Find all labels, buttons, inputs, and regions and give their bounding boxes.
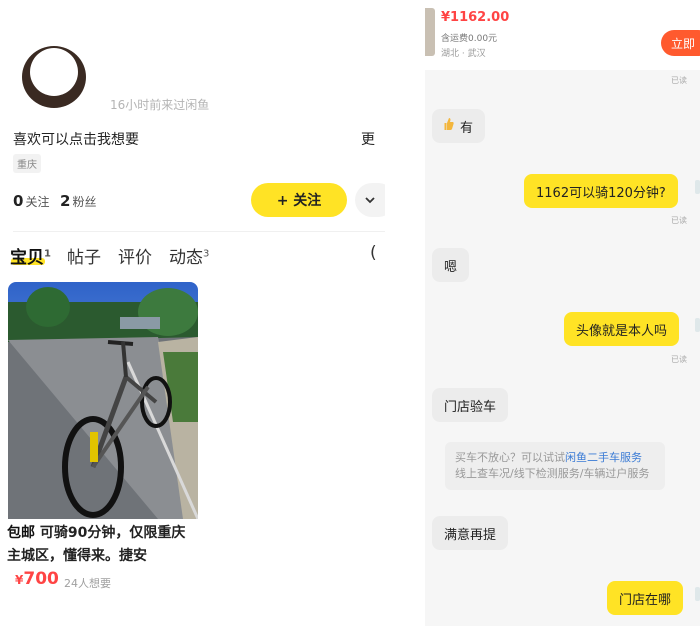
system-tip-line2: 线上查车况/线下检测服务/车辆过户服务 <box>455 467 650 480</box>
product-price: ¥1162.00 <box>441 10 510 25</box>
divider <box>13 231 385 232</box>
more-menu-button[interactable] <box>355 183 385 217</box>
edge-avatar-cut <box>695 318 700 332</box>
listing-price: ¥700 <box>15 569 59 589</box>
listing-title[interactable]: 包邮 可骑90分钟，仅限重庆主城区，懂得来。捷安 <box>7 522 187 568</box>
seller-profile-panel: 16小时前来过闲鱼 喜欢可以点击我想要 更 重庆 0 关注 2 粉丝 + 关注 宝贝… <box>0 0 385 626</box>
edge-avatar-cut <box>695 180 700 194</box>
edge-avatar-cut <box>695 587 700 601</box>
message-outgoing[interactable]: 1162可以骑120分钟? <box>524 174 678 208</box>
followers-stat[interactable]: 2 粉丝 <box>60 192 96 210</box>
followers-count: 2 <box>60 192 71 210</box>
tab-posts[interactable]: 帖子 <box>67 243 101 268</box>
product-thumbnail[interactable] <box>425 8 435 56</box>
bio-more-link[interactable]: 更 <box>361 129 375 149</box>
system-tip[interactable]: 买车不放心？可以试试闲鱼二手车服务 线上查车况/线下检测服务/车辆过户服务 <box>445 442 665 490</box>
message-incoming[interactable]: 有 <box>432 109 486 143</box>
message-outgoing[interactable]: 头像就是本人吗 <box>564 312 680 346</box>
product-header[interactable]: ¥1162.00 含运费0.00元 湖北 · 武汉 立即 <box>425 0 700 70</box>
listing-photo <box>8 282 198 519</box>
read-receipt: 已读 <box>671 355 687 364</box>
following-stat[interactable]: 0 关注 <box>13 192 49 210</box>
product-location: 湖北 · 武汉 <box>441 49 486 59</box>
message-outgoing[interactable]: 门店在哪 <box>607 581 684 615</box>
message-incoming[interactable]: 满意再提 <box>432 516 509 550</box>
tab-items[interactable]: 宝贝1 <box>10 243 51 268</box>
free-shipping-tag: 包邮 <box>7 525 35 541</box>
system-tip-line1: 买车不放心？可以试试闲鱼二手车服务 <box>455 451 642 464</box>
message-incoming[interactable]: 门店验车 <box>432 388 509 422</box>
thumbs-up-icon <box>444 117 454 135</box>
city-tag: 重庆 <box>13 154 41 173</box>
profile-bio: 喜欢可以点击我想要 <box>13 132 139 148</box>
chevron-down-icon <box>365 193 375 207</box>
following-label: 关注 <box>25 195 50 209</box>
message-incoming[interactable]: 嗯 <box>432 248 470 282</box>
tab-reviews[interactable]: 评价 <box>118 243 152 268</box>
chat-panel: ¥1162.00 含运费0.00元 湖北 · 武汉 立即 已读 有 1162可以… <box>425 0 700 626</box>
tab-activity[interactable]: 动态3 <box>169 243 209 268</box>
read-receipt: 已读 <box>671 216 687 225</box>
buy-now-button[interactable]: 立即 <box>661 30 700 56</box>
tab-overflow[interactable]: ( <box>370 243 377 263</box>
followers-label: 粉丝 <box>72 195 97 209</box>
following-count: 0 <box>13 192 24 210</box>
avatar[interactable] <box>22 46 86 108</box>
last-seen-text: 16小时前来过闲鱼 <box>110 98 210 112</box>
read-receipt: 已读 <box>671 76 687 85</box>
wants-count: 24人想要 <box>64 577 111 590</box>
second-hand-car-service-link[interactable]: 闲鱼二手车服务 <box>565 451 642 464</box>
follow-button[interactable]: + 关注 <box>251 183 347 217</box>
product-shipping: 含运费0.00元 <box>441 34 498 44</box>
